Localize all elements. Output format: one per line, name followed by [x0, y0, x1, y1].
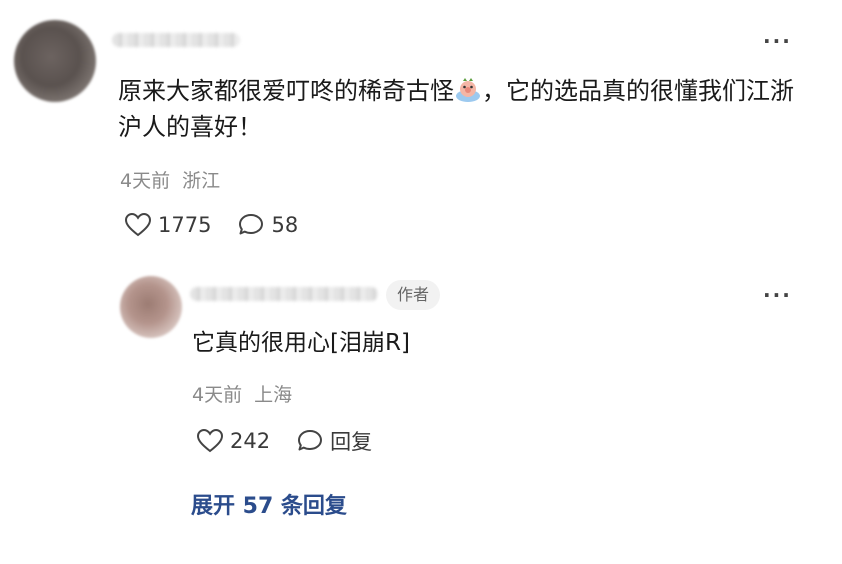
crying-piglet-sticker-icon: [456, 78, 480, 102]
reply-like-button[interactable]: 242: [196, 428, 270, 454]
reply-count: 58: [271, 213, 299, 237]
like-count: 1775: [158, 213, 212, 237]
reply-button[interactable]: 回复: [296, 426, 372, 456]
reply-actions: 242 回复: [196, 426, 372, 456]
comment-time: 4天前: [120, 170, 171, 192]
reply-more-options-icon[interactable]: ···: [763, 285, 792, 305]
reply-label: 回复: [330, 430, 373, 454]
comment-actions: 1775 58: [124, 212, 298, 238]
reply-location: 上海: [254, 384, 293, 406]
reply-username-blurred[interactable]: [190, 287, 378, 301]
reply-time: 4天前: [192, 384, 243, 406]
comment-bubble-icon: [239, 214, 264, 235]
heart-icon: [196, 428, 224, 453]
username-blurred[interactable]: [112, 33, 240, 47]
avatar[interactable]: [14, 20, 96, 102]
like-button[interactable]: 1775: [124, 212, 211, 238]
comment-location: 浙江: [182, 170, 221, 192]
reply-meta: 4天前 上海: [192, 380, 292, 407]
reply-text: 它真的很用心[泪崩R]: [192, 330, 410, 356]
comment-text-part1: 原来大家都很爱叮咚的稀奇古怪: [118, 77, 454, 105]
expand-replies-link[interactable]: 展开 57 条回复: [191, 488, 347, 520]
comment-meta: 4天前 浙江: [120, 166, 220, 193]
reply-like-count: 242: [230, 429, 271, 453]
more-options-icon[interactable]: ···: [763, 31, 792, 51]
reply-count-button[interactable]: 58: [237, 212, 298, 238]
comment-bubble-icon: [298, 430, 323, 451]
author-badge: 作者: [386, 280, 441, 310]
comment-text: 原来大家都很爱叮咚的稀奇古怪 ，它的选品真的很懂我们江浙沪人的喜好！: [118, 73, 798, 145]
heart-icon: [124, 212, 152, 237]
reply-avatar[interactable]: [120, 276, 182, 338]
